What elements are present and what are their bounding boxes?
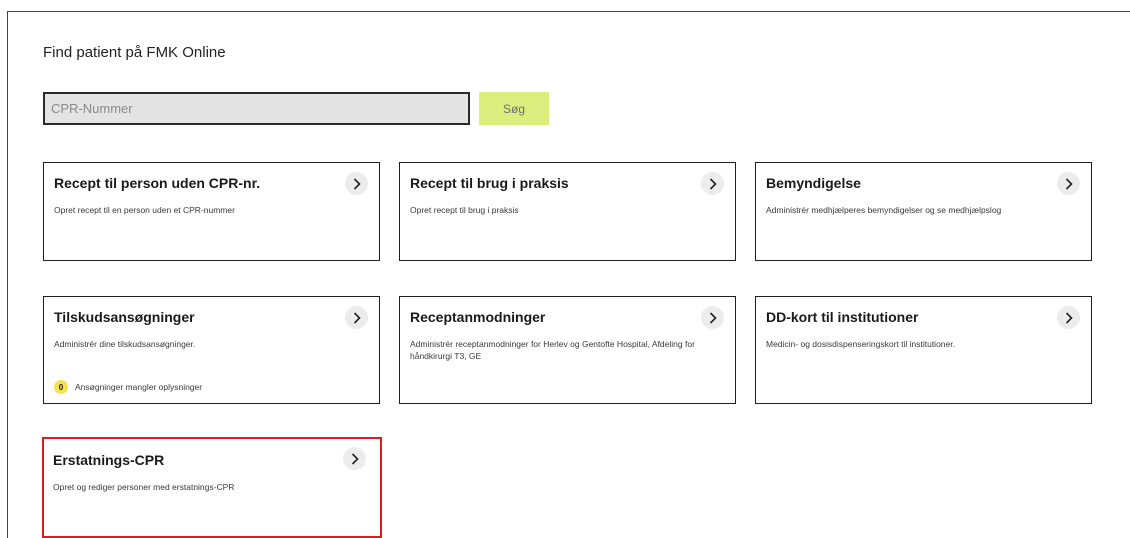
cpr-search-input[interactable] bbox=[43, 92, 470, 125]
card-title: Recept til person uden CPR-nr. bbox=[54, 175, 261, 191]
count-badge: 0 bbox=[54, 380, 68, 394]
card-description: Medicin- og dosisdispenseringskort til i… bbox=[766, 339, 955, 349]
search-button[interactable]: Søg bbox=[479, 92, 549, 125]
chevron-right-icon[interactable] bbox=[345, 172, 368, 195]
card-status: 0 Ansøgninger mangler oplysninger bbox=[54, 380, 202, 394]
card-title: DD-kort til institutioner bbox=[766, 309, 919, 325]
card-description: Opret recept til en person uden et CPR-n… bbox=[54, 205, 235, 215]
status-text: Ansøgninger mangler oplysninger bbox=[75, 382, 203, 392]
frame-left-border bbox=[7, 11, 8, 538]
card-description: Opret recept til brug i praksis bbox=[410, 205, 519, 215]
card-bemyndigelse[interactable]: Bemyndigelse Administrér medhjælperes be… bbox=[755, 162, 1092, 261]
card-recept-uden-cpr[interactable]: Recept til person uden CPR-nr. Opret rec… bbox=[43, 162, 380, 261]
card-title: Recept til brug i praksis bbox=[410, 175, 569, 191]
chevron-right-icon[interactable] bbox=[343, 447, 366, 470]
card-title: Bemyndigelse bbox=[766, 175, 861, 191]
frame-top-border bbox=[7, 11, 1130, 12]
card-title: Tilskudsansøgninger bbox=[54, 309, 195, 325]
chevron-right-icon[interactable] bbox=[701, 172, 724, 195]
card-title: Receptanmodninger bbox=[410, 309, 546, 325]
card-description: Administrér medhjælperes bemyndigelser o… bbox=[766, 205, 1002, 215]
card-erstatnings-cpr[interactable]: Erstatnings-CPR Opret og rediger persone… bbox=[43, 438, 380, 538]
card-description: Opret og rediger personer med erstatning… bbox=[53, 482, 235, 492]
card-dd-kort[interactable]: DD-kort til institutioner Medicin- og do… bbox=[755, 296, 1092, 404]
card-recept-brug-i-praksis[interactable]: Recept til brug i praksis Opret recept t… bbox=[399, 162, 736, 261]
card-title: Erstatnings-CPR bbox=[53, 452, 165, 468]
card-receptanmodninger[interactable]: Receptanmodninger Administrér receptanmo… bbox=[399, 296, 736, 404]
chevron-right-icon[interactable] bbox=[1057, 306, 1080, 329]
page-title: Find patient på FMK Online bbox=[43, 44, 226, 61]
chevron-right-icon[interactable] bbox=[345, 306, 368, 329]
chevron-right-icon[interactable] bbox=[701, 306, 724, 329]
card-description: Administrér dine tilskudsansøgninger. bbox=[54, 339, 196, 349]
chevron-right-icon[interactable] bbox=[1057, 172, 1080, 195]
card-description: Administrér receptanmodninger for Herlev… bbox=[410, 339, 695, 361]
card-tilskudsansoegninger[interactable]: Tilskudsansøgninger Administrér dine til… bbox=[43, 296, 380, 404]
